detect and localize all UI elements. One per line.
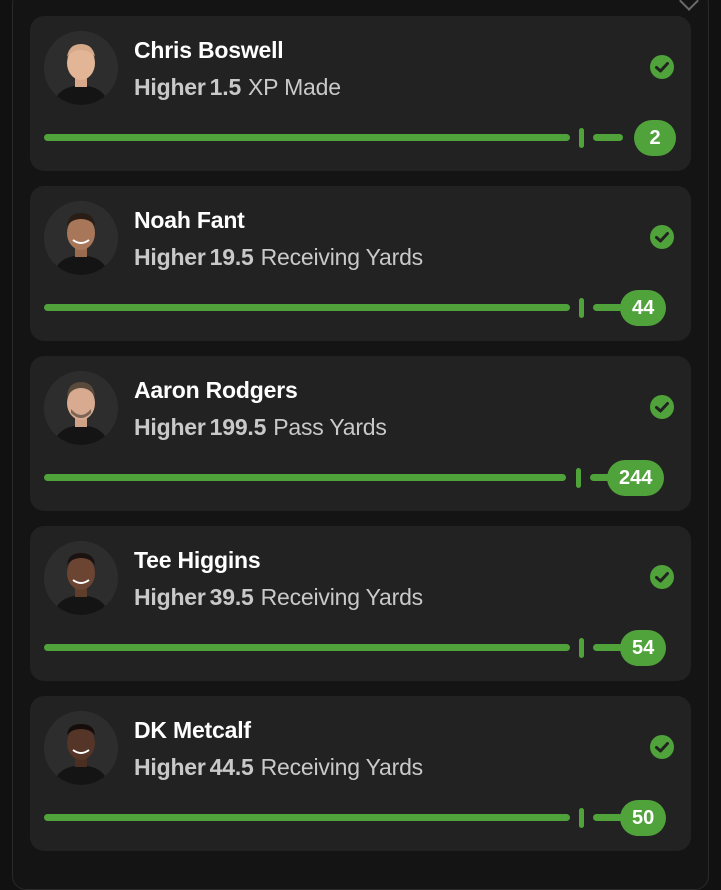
pick-line-value: 44.5 [209,754,254,780]
player-headshot-icon [44,371,118,445]
pick-card[interactable]: Aaron Rodgers Higher 199.5 Pass Yards 244 [30,356,691,511]
player-avatar [44,541,118,615]
check-circle-icon [650,55,674,79]
pick-line: Higher 44.5 Receiving Yards [134,754,423,781]
result-badge: 54 [620,630,667,666]
line-marker [579,298,584,318]
result-badge: 44 [620,290,667,326]
line-marker [579,808,584,828]
pick-stat: Receiving Yards [260,584,424,610]
check-circle-icon [650,735,674,759]
pick-line-value: 1.5 [209,74,242,100]
player-headshot-icon [44,31,118,105]
progress-tail [593,304,623,311]
player-name: DK Metcalf [134,717,251,743]
player-name: Chris Boswell [134,37,284,63]
progress-track [44,134,570,141]
check-circle-icon [650,395,674,419]
pick-card[interactable]: DK Metcalf Higher 44.5 Receiving Yards 50 [30,696,691,851]
pick-line: Higher 199.5 Pass Yards [134,414,387,441]
pick-stat: XP Made [248,74,341,100]
player-name: Tee Higgins [134,547,261,573]
pick-direction: Higher [134,754,206,780]
player-avatar [44,31,118,105]
pick-line: Higher 39.5 Receiving Yards [134,584,423,611]
progress-track [44,644,570,651]
pick-direction: Higher [134,414,206,440]
progress-track [44,304,570,311]
progress-tail [593,644,623,651]
pick-card[interactable]: Noah Fant Higher 19.5 Receiving Yards 44 [30,186,691,341]
progress-tail [593,134,623,141]
player-name: Aaron Rodgers [134,377,298,403]
check-circle-icon [650,225,674,249]
player-headshot-icon [44,201,118,275]
progress-track [44,474,566,481]
player-avatar [44,201,118,275]
pick-direction: Higher [134,74,206,100]
result-badge: 244 [607,460,665,496]
player-name: Noah Fant [134,207,245,233]
pick-direction: Higher [134,584,206,610]
pick-stat: Receiving Yards [260,244,424,270]
line-marker [576,468,581,488]
player-headshot-icon [44,711,118,785]
pick-stat: Pass Yards [273,414,387,440]
pick-card[interactable]: Chris Boswell Higher 1.5 XP Made 2 [30,16,691,171]
progress-track [44,814,570,821]
result-badge: 50 [620,800,667,836]
line-marker [579,128,584,148]
pick-line-value: 39.5 [209,584,254,610]
check-circle-icon [650,565,674,589]
progress-tail [593,814,623,821]
player-headshot-icon [44,541,118,615]
player-avatar [44,371,118,445]
line-marker [579,638,584,658]
result-badge: 2 [634,120,676,156]
pick-line-value: 199.5 [209,414,267,440]
pick-line-value: 19.5 [209,244,254,270]
pick-stat: Receiving Yards [260,754,424,780]
pick-line: Higher 19.5 Receiving Yards [134,244,423,271]
pick-line: Higher 1.5 XP Made [134,74,341,101]
player-avatar [44,711,118,785]
pick-card[interactable]: Tee Higgins Higher 39.5 Receiving Yards 54 [30,526,691,681]
pick-direction: Higher [134,244,206,270]
